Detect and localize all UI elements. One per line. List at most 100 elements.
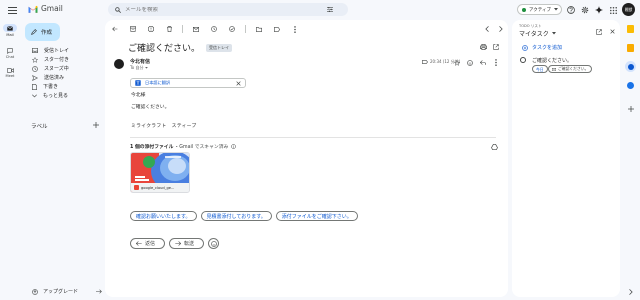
archive-icon[interactable] <box>128 24 138 34</box>
more-vert-icon[interactable] <box>491 58 500 67</box>
add-task-button[interactable]: タスクを追加 <box>522 44 562 51</box>
close-icon[interactable] <box>236 80 241 86</box>
move-to-icon[interactable] <box>254 24 264 34</box>
message-toolbar <box>110 24 300 34</box>
caret-down-icon <box>551 32 556 35</box>
task-source-chip[interactable]: ご確認ください。 <box>548 65 593 73</box>
smart-reply-chip[interactable]: 添付ファイルをご確認下さい。 <box>275 211 358 221</box>
task-checkbox-icon[interactable] <box>520 57 526 63</box>
sidebar-label: 送信済み <box>44 75 65 81</box>
sidebar-item-sent[interactable]: 送信済み <box>22 73 102 82</box>
message-body: 今北様 ご確認ください。 ミライクラフト スティーブ <box>131 93 197 130</box>
gmail-logo-icon <box>28 5 38 13</box>
attachment-name-bar: google_cloud_ge... <box>131 183 189 192</box>
rail-item-meet[interactable]: Meet <box>0 66 20 84</box>
attachment-filename: google_cloud_ge... <box>141 185 175 190</box>
open-new-window-icon[interactable] <box>594 27 603 36</box>
addon-contacts[interactable] <box>627 82 634 89</box>
smart-reply-chip[interactable]: 確認お願いいたします。 <box>130 211 197 221</box>
label-important-icon[interactable] <box>420 58 429 66</box>
smart-reply-chip[interactable]: 見積書添付しております。 <box>200 211 272 221</box>
chevron-right-icon[interactable] <box>626 287 635 296</box>
help-icon[interactable] <box>565 4 577 16</box>
open-new-window-icon[interactable] <box>491 42 501 52</box>
info-icon[interactable] <box>231 144 237 149</box>
attachment-card[interactable]: google_cloud_ge... <box>130 152 190 193</box>
settings-gear-icon[interactable] <box>579 4 591 16</box>
addon-calendar[interactable] <box>627 25 634 33</box>
forward-button[interactable]: 転送 <box>169 238 204 249</box>
gmail-logo[interactable]: Gmail <box>28 4 63 13</box>
addon-keep[interactable] <box>627 44 634 52</box>
tasks-list-selector[interactable]: マイタスク <box>519 29 556 38</box>
search-options-icon[interactable] <box>325 3 335 16</box>
compose-button[interactable]: 作成 <box>25 23 60 41</box>
task-item[interactable]: ご確認ください。 今日 ご確認ください。 <box>519 56 617 76</box>
chevron-down-icon <box>32 94 37 98</box>
folder-badge[interactable]: 受信トレイ <box>206 43 233 52</box>
status-chip[interactable]: アクティブ <box>517 4 562 15</box>
translate-link[interactable]: 日本語に翻訳 <box>145 80 170 86</box>
sidebar-item-drafts[interactable]: 下書き <box>22 82 102 91</box>
status-dot <box>522 7 526 12</box>
chat-icon <box>7 47 13 55</box>
reply-icon[interactable] <box>478 58 487 67</box>
pdf-file-icon <box>134 185 139 190</box>
add-addon-icon[interactable] <box>626 104 635 113</box>
sidebar-item-more[interactable]: もっと見る <box>22 91 102 100</box>
add-to-drive-icon[interactable] <box>490 142 499 151</box>
rail-item-chat[interactable]: Chat <box>0 47 20 65</box>
chevron-left-icon[interactable] <box>483 24 491 34</box>
label-tag-icon[interactable] <box>272 24 282 34</box>
toolbar-divider <box>245 25 246 33</box>
back-arrow-icon[interactable] <box>110 24 120 34</box>
forward-label: 転送 <box>184 241 195 247</box>
search-bar[interactable] <box>108 3 348 16</box>
mail-icon <box>552 67 556 71</box>
snooze-clock-icon[interactable] <box>209 24 219 34</box>
account-avatar[interactable]: 稚獣 <box>622 3 635 16</box>
upgrade-label: アップグレード <box>43 289 79 295</box>
close-icon[interactable] <box>608 27 617 36</box>
sender-avatar[interactable] <box>114 59 124 69</box>
attachment-divider <box>130 137 496 138</box>
delete-trash-icon[interactable] <box>164 24 174 34</box>
search-icon[interactable] <box>111 3 125 16</box>
report-spam-icon[interactable] <box>146 24 156 34</box>
emoji-react-icon[interactable] <box>465 58 474 67</box>
star-icon[interactable] <box>452 58 461 67</box>
task-title: ご確認ください。 <box>532 58 573 64</box>
main-menu-icon[interactable] <box>6 4 18 16</box>
reply-label: 返信 <box>145 241 156 247</box>
task-due-chip[interactable]: 今日 <box>532 65 548 73</box>
add-to-tasks-icon[interactable] <box>227 24 237 34</box>
draft-icon <box>32 83 37 90</box>
send-icon <box>32 74 38 81</box>
subject-line: ご確認ください。 受信トレイ <box>128 41 233 54</box>
pagination-controls <box>483 24 505 34</box>
search-input[interactable] <box>125 6 325 13</box>
sidebar-item-snoozed[interactable]: スヌーズ中 <box>22 64 102 73</box>
apps-grid-icon[interactable] <box>607 4 619 16</box>
avatar-initials: 稚獣 <box>624 6 633 12</box>
emoji-react-icon[interactable] <box>208 238 219 249</box>
reply-button[interactable]: 返信 <box>130 238 165 249</box>
clock-icon <box>32 65 38 72</box>
addon-tasks[interactable] <box>625 61 636 72</box>
sidebar-label: 下書き <box>43 84 59 90</box>
mark-unread-icon[interactable] <box>191 24 201 34</box>
more-vert-icon[interactable] <box>290 24 300 34</box>
add-label-icon[interactable] <box>91 120 100 129</box>
task-source-label: ご確認ください。 <box>558 66 589 71</box>
sidebar-item-starred[interactable]: スター付き <box>22 55 102 64</box>
attachments-scan-text: ・Gmail でスキャン済み <box>174 145 229 150</box>
status-label: アクティブ <box>529 7 552 13</box>
upgrade-link[interactable]: アップグレード <box>32 288 102 295</box>
chevron-right-icon[interactable] <box>497 24 505 34</box>
print-icon[interactable] <box>478 42 488 52</box>
rail-item-mail[interactable]: Mail <box>0 24 20 46</box>
recipient-line[interactable]: To 自分 <box>130 65 149 71</box>
sidebar-item-inbox[interactable]: 受信トレイ <box>22 46 102 55</box>
sender-name[interactable]: 今北有信 <box>130 58 150 65</box>
gemini-sparkle-icon[interactable] <box>593 4 605 16</box>
